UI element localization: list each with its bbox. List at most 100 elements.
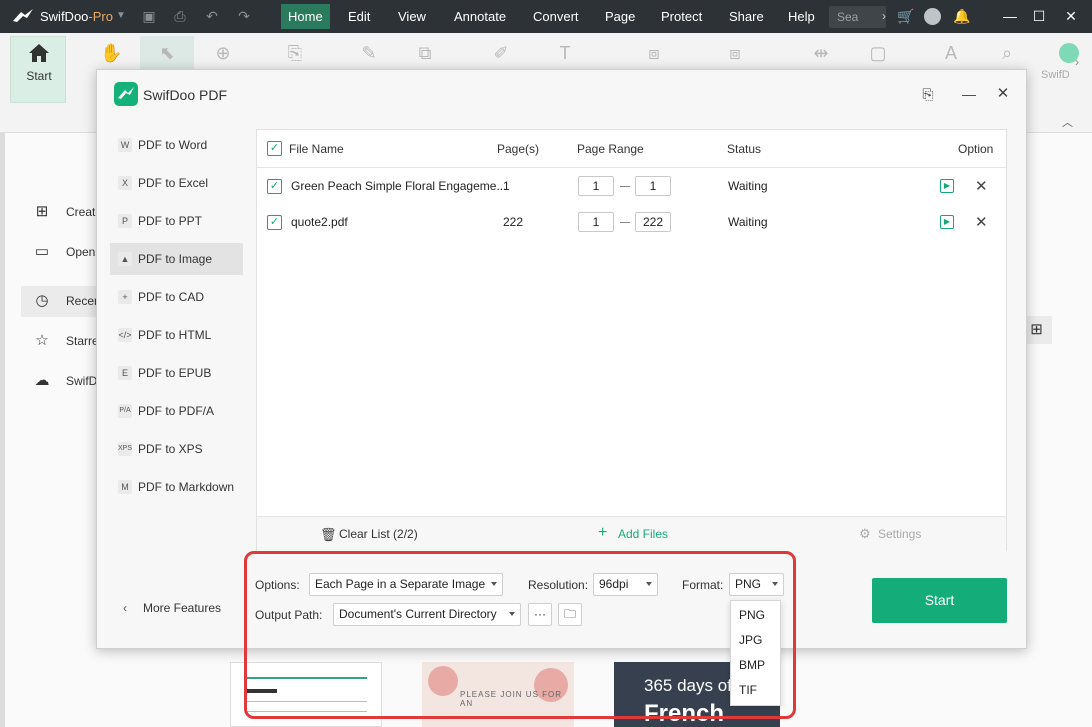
ocr-icon[interactable]: ⧉ [414, 42, 436, 64]
chevron-left-icon[interactable]: ‹ [123, 601, 127, 615]
settings-button[interactable]: Settings [878, 527, 921, 541]
bg-sidebar-open[interactable]: Open [66, 245, 95, 259]
ppt-icon: P [118, 214, 132, 228]
side-item-pdf-to-html[interactable]: </> PDF to HTML [110, 319, 243, 351]
row-checkbox[interactable]: ✓ [267, 215, 282, 230]
highlight-icon[interactable]: ✐ [490, 42, 512, 64]
new-file-icon[interactable]: ⎘ [284, 42, 306, 64]
menu-share[interactable]: Share [722, 4, 771, 29]
bg-sidebar-swifdoo-cloud[interactable]: SwifD [66, 374, 97, 388]
col-pages: Page(s) [497, 142, 540, 156]
menu-page[interactable]: Page [598, 4, 642, 29]
search-doc-icon[interactable]: ⌕ [996, 42, 1018, 64]
cloud-icon[interactable]: ☁ [34, 373, 50, 389]
start-convert-button[interactable]: Start [872, 578, 1007, 623]
side-item-label: PDF to XPS [138, 442, 203, 456]
cart-icon[interactable]: 🛒 [897, 8, 914, 24]
clear-list-button[interactable]: Clear List (2/2) [339, 527, 418, 541]
col-page-range: Page Range [577, 142, 644, 156]
cad-icon: + [118, 290, 132, 304]
open-folder-icon[interactable]: ▭ [34, 244, 50, 260]
star-icon[interactable]: ☆ [34, 333, 50, 349]
menu-home[interactable]: Home [281, 4, 330, 29]
ribbon-start-button[interactable]: Start [10, 36, 66, 103]
side-item-label: PDF to PDF/A [138, 404, 215, 418]
hand-tool-icon[interactable]: ✋ [100, 42, 122, 64]
zoom-icon[interactable]: ⊕ [212, 42, 234, 64]
title-bar: SwifDoo-Pro ▼ ▣ ⎙ ↶ ↷ Home Edit View Ann… [0, 0, 1092, 33]
app-name: SwifDoo-Pro [40, 9, 113, 24]
create-icon[interactable]: ⊞ [34, 204, 50, 220]
swifdoo-logo-icon [13, 9, 33, 22]
caret-down-icon[interactable]: ▼ [113, 8, 129, 24]
menu-protect[interactable]: Protect [654, 4, 709, 29]
ribbon-scroll-right-icon[interactable]: › [1075, 55, 1079, 69]
remove-icon[interactable]: ✕ [975, 213, 988, 231]
side-item-pdf-to-image[interactable]: ▲ PDF to Image [110, 243, 243, 275]
row-status: Waiting [728, 215, 768, 229]
minimize-icon[interactable]: — [1002, 8, 1018, 24]
feedback-icon[interactable]: ⎘ [920, 86, 936, 102]
print-icon[interactable]: ⎙ [172, 8, 188, 24]
menu-annotate[interactable]: Annotate [447, 4, 513, 29]
html-icon: </> [118, 328, 132, 342]
close-window-icon[interactable]: ✕ [1063, 8, 1079, 24]
bg-sidebar-starred[interactable]: Starre [66, 334, 99, 348]
redo-icon[interactable]: ↷ [236, 8, 252, 24]
text-icon[interactable]: T [554, 42, 576, 64]
side-item-pdf-to-cad[interactable]: + PDF to CAD [110, 281, 243, 313]
menu-convert[interactable]: Convert [526, 4, 586, 29]
side-item-pdf-to-ppt[interactable]: P PDF to PPT [110, 205, 243, 237]
select-all-checkbox[interactable]: ✓ [267, 141, 282, 156]
range-from-input[interactable]: 1 [578, 212, 614, 232]
play-icon[interactable]: ▶ [940, 179, 954, 193]
select-tool-icon[interactable]: ⬉ [156, 42, 178, 64]
pdfa-icon: P/A [118, 404, 132, 418]
avatar[interactable] [924, 8, 941, 25]
side-item-label: PDF to Excel [138, 176, 209, 190]
dialog-close-icon[interactable]: ✕ [995, 86, 1011, 102]
dialog-logo-icon [114, 82, 138, 106]
side-item-label: PDF to PPT [138, 214, 203, 228]
range-to-input[interactable]: 1 [635, 176, 671, 196]
range-from-input[interactable]: 1 [578, 176, 614, 196]
undo-icon[interactable]: ↶ [204, 8, 220, 24]
play-icon[interactable]: ▶ [940, 215, 954, 229]
read-aloud-icon[interactable]: A [940, 42, 962, 64]
pdf-to-word-icon[interactable]: ⧈ [643, 42, 665, 64]
side-item-pdf-to-word[interactable]: W PDF to Word [110, 129, 243, 161]
trash-icon[interactable]: 🗑 [320, 527, 337, 543]
side-item-pdf-to-excel[interactable]: X PDF to Excel [110, 167, 243, 199]
side-item-pdf-to-epub[interactable]: E PDF to EPUB [110, 357, 243, 389]
settings-icon[interactable]: ⚙ [859, 526, 871, 542]
split-icon[interactable]: ⇹ [810, 42, 832, 64]
row-checkbox[interactable]: ✓ [267, 179, 282, 194]
word-icon: W [118, 138, 132, 152]
side-item-label: PDF to HTML [138, 328, 212, 342]
add-files-button[interactable]: Add Files [618, 527, 668, 541]
plus-icon[interactable]: + [598, 524, 607, 542]
page-icon[interactable]: ▢ [867, 42, 889, 64]
menu-view[interactable]: View [391, 4, 433, 29]
col-option: Option [958, 142, 994, 156]
chevron-right-icon[interactable]: › [876, 8, 892, 24]
collapse-ribbon-icon[interactable]: ︿ [1062, 114, 1073, 130]
side-item-pdf-to-markdown[interactable]: M PDF to Markdown [110, 471, 243, 503]
side-item-pdf-to-pdfa[interactable]: P/A PDF to PDF/A [110, 395, 243, 427]
ribbon-start-label: Start [26, 69, 52, 83]
remove-icon[interactable]: ✕ [975, 177, 988, 195]
save-icon[interactable]: ▣ [141, 8, 157, 24]
background-sidebar [5, 133, 100, 727]
bell-icon[interactable]: 🔔 [953, 8, 970, 24]
pdf-to-image-icon[interactable]: ⧈ [724, 42, 746, 64]
clock-icon[interactable]: ◷ [34, 293, 50, 309]
edit-icon[interactable]: ✎ [358, 42, 380, 64]
menu-edit[interactable]: Edit [341, 4, 377, 29]
epub-icon: E [118, 366, 132, 380]
menu-help[interactable]: Help [781, 4, 822, 29]
side-item-pdf-to-xps[interactable]: XPS PDF to XPS [110, 433, 243, 465]
maximize-icon[interactable]: ☐ [1031, 8, 1047, 24]
range-to-input[interactable]: 222 [635, 212, 671, 232]
more-features-link[interactable]: More Features [143, 601, 221, 615]
dialog-minimize-icon[interactable]: — [961, 86, 977, 102]
